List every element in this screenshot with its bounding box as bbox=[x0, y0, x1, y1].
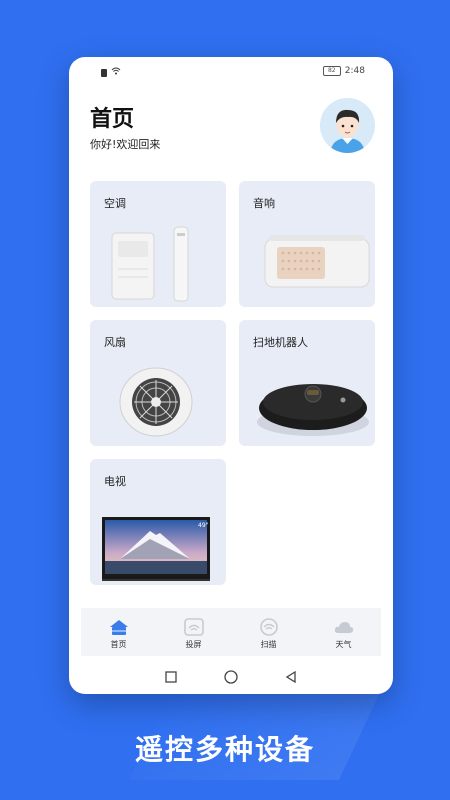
fan-image bbox=[119, 367, 193, 437]
square-icon bbox=[165, 670, 177, 683]
device-card-robot-vacuum[interactable]: 扫地机器人 bbox=[239, 320, 375, 446]
tab-label: 首页 bbox=[110, 640, 127, 649]
home-nav-button[interactable] bbox=[224, 669, 238, 684]
cloud-icon bbox=[334, 622, 353, 633]
status-bar: 82 2:48 bbox=[69, 63, 393, 81]
device-card-fan[interactable]: 风扇 bbox=[90, 320, 226, 446]
circle-icon bbox=[224, 669, 238, 684]
device-label: 电视 bbox=[104, 475, 126, 488]
phone-screen: 82 2:48 首页 你好!欢迎回来 空调 音响 风扇 扫地机器人 电视 49"… bbox=[69, 57, 393, 694]
device-card-tv[interactable]: 电视 49" bbox=[90, 459, 226, 585]
device-label: 空调 bbox=[104, 197, 126, 210]
device-card-air-conditioner[interactable]: 空调 bbox=[90, 181, 226, 307]
status-time: 2:48 bbox=[344, 66, 365, 76]
wifi-icon bbox=[111, 67, 121, 78]
tv-image: 49" bbox=[102, 517, 210, 581]
battery-icon: 82 bbox=[322, 66, 341, 76]
tab-scan[interactable]: 扫描 bbox=[231, 608, 306, 656]
device-card-speaker[interactable]: 音响 bbox=[239, 181, 375, 307]
system-nav-bar bbox=[69, 659, 393, 694]
back-triangle-icon bbox=[285, 670, 296, 683]
tab-home[interactable]: 首页 bbox=[81, 608, 156, 656]
device-label: 音响 bbox=[253, 197, 275, 210]
page-title: 首页 bbox=[90, 107, 135, 132]
scan-icon bbox=[259, 618, 278, 636]
avatar[interactable] bbox=[320, 98, 375, 153]
back-button[interactable] bbox=[284, 670, 298, 684]
air-conditioner-image bbox=[111, 226, 189, 302]
tab-label: 投屏 bbox=[185, 640, 202, 649]
tab-weather[interactable]: 天气 bbox=[306, 608, 381, 656]
tab-cast[interactable]: 投屏 bbox=[156, 608, 231, 656]
speaker-image bbox=[264, 235, 370, 288]
banner-caption: 遥控多种设备 bbox=[134, 733, 315, 766]
cast-icon bbox=[183, 618, 204, 636]
device-label: 风扇 bbox=[104, 336, 126, 349]
greeting-text: 你好!欢迎回来 bbox=[90, 138, 161, 151]
recents-button[interactable] bbox=[164, 670, 178, 684]
device-label: 扫地机器人 bbox=[253, 336, 308, 349]
bottom-tab-bar: 首页 投屏 扫描 天气 bbox=[81, 608, 381, 656]
home-icon bbox=[109, 620, 128, 635]
robot-vacuum-image bbox=[257, 384, 369, 436]
avatar-icon bbox=[320, 98, 375, 153]
sim-icon bbox=[101, 68, 107, 77]
tab-label: 扫描 bbox=[260, 640, 277, 649]
tv-size-text: 49" bbox=[198, 522, 209, 529]
tab-label: 天气 bbox=[335, 640, 352, 649]
